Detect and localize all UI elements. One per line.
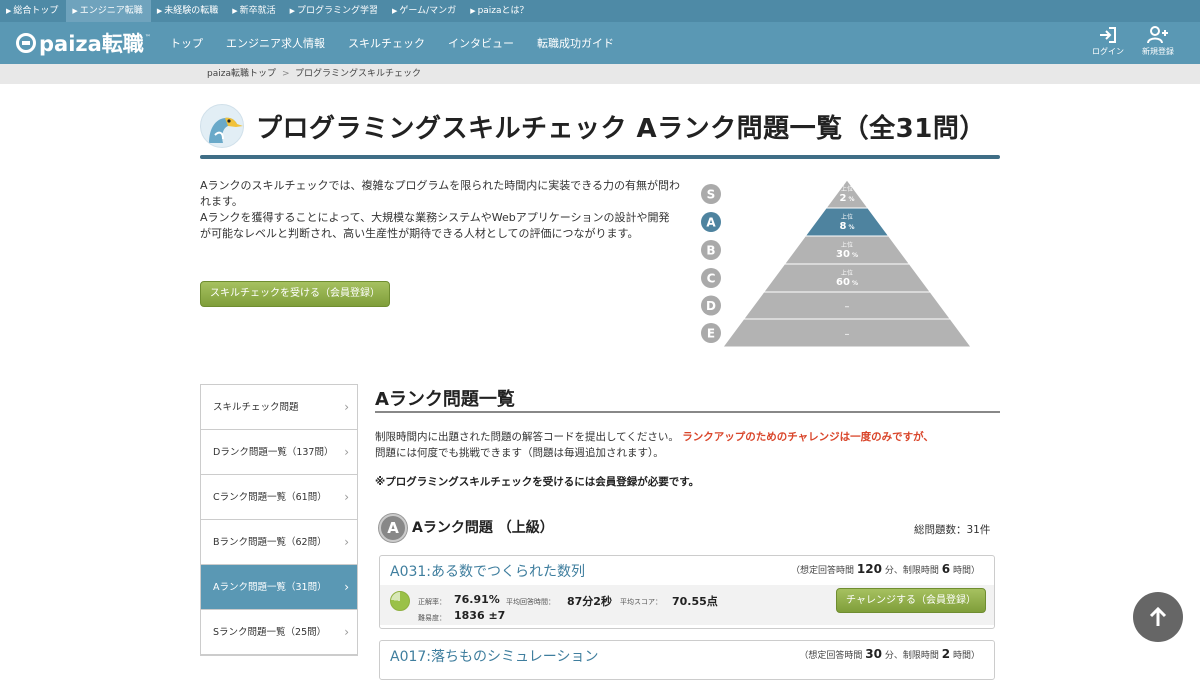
triangle-icon: ▶ [470, 7, 476, 15]
pyramid-pct-e: – [845, 329, 850, 340]
rank-letter-b: B [706, 244, 715, 258]
problem-time: （想定回答時間 30 分、制限時間 2 時間） [799, 647, 980, 661]
topbar-item-general-top[interactable]: ▶ 総合トップ [0, 0, 66, 22]
nav-guide[interactable]: 転職成功ガイド [537, 35, 614, 51]
avg-score-value: 70.55点 [672, 595, 718, 608]
a-rank-badge-icon: A [379, 514, 407, 542]
topbar-item-new-grad[interactable]: ▶ 新卒就活 [226, 0, 283, 22]
topbar-item-inexperienced[interactable]: ▶ 未経験の転職 [151, 0, 226, 22]
sidebar-item-c-rank[interactable]: Cランク問題一覧（61問） › [201, 475, 357, 520]
nav-top[interactable]: トップ [170, 35, 203, 51]
chevron-right-icon: › [344, 400, 349, 414]
chevron-right-icon: › [344, 580, 349, 594]
sidebar-item-b-rank[interactable]: Bランク問題一覧（62問） › [201, 520, 357, 565]
nav-interview[interactable]: インタビュー [448, 35, 514, 51]
pyramid-top-label: 上位 [841, 185, 853, 193]
breadcrumb-current: プログラミングスキルチェック [295, 69, 422, 79]
top-bar: ▶ 総合トップ ▶ エンジニア転職 ▶ 未経験の転職 ▶ 新卒就活 ▶ プログラミング学習… [0, 0, 1200, 22]
breadcrumb-home[interactable]: paiza転職トップ [207, 64, 276, 84]
main-header: paiza転職 ™ トップ エンジニア求人情報 スキルチェック インタビュー 転… [0, 22, 1200, 64]
nav-job-info[interactable]: エンジニア求人情報 [226, 35, 325, 51]
rank-letter-a: A [706, 216, 716, 230]
rank-letter-d: D [706, 299, 716, 313]
triangle-icon: ▶ [72, 7, 78, 15]
chevron-right-icon: › [344, 445, 349, 459]
avg-time-value: 87分2秒 [567, 595, 612, 608]
intro-text: Aランクのスキルチェックでは、複雑なプログラムを限られた時間内に実装できる力の有… [200, 178, 680, 242]
rank-letter-s: S [707, 188, 716, 202]
arrow-up-icon [1149, 606, 1167, 626]
pyramid-top-label: 上位 [841, 213, 853, 221]
pyramid-tier-s [825, 179, 869, 209]
rank-sidebar: スキルチェック問題 › Dランク問題一覧（137問） › Cランク問題一覧（61問）… [200, 384, 358, 656]
accuracy-value: 76.91% [454, 593, 500, 606]
sidebar-item-a-rank[interactable]: Aランク問題一覧（31問） › [201, 565, 357, 610]
topbar-item-about[interactable]: ▶ paizaとは？ [464, 0, 536, 22]
triangle-icon: ▶ [232, 7, 238, 15]
highlight-text: ランクアップのためのチャレンジは一度のみですが、 [682, 431, 934, 443]
challenge-button[interactable]: チャレンジする（会員登録） [836, 588, 986, 613]
main-nav: トップ エンジニア求人情報 スキルチェック インタビュー 転職成功ガイド [170, 22, 637, 64]
pyramid-pct-d: – [845, 302, 850, 313]
topbar-item-game-manga[interactable]: ▶ ゲーム/マンガ [386, 0, 464, 22]
triangle-icon: ▶ [392, 7, 398, 15]
nav-skill-check[interactable]: スキルチェック [348, 35, 425, 51]
topbar-item-learning[interactable]: ▶ プログラミング学習 [284, 0, 386, 22]
pyramid-tier-a [804, 207, 890, 237]
logo-text: paiza転職 [39, 32, 144, 56]
rank-letter-e: E [707, 327, 715, 341]
rank-level-title: Aランク問題 （上級） [412, 520, 554, 536]
breadcrumb-separator: > [282, 69, 290, 79]
registration-note: ※プログラミングスキルチェックを受けるには会員登録が必要です。 [375, 476, 700, 488]
chevron-right-icon: › [344, 490, 349, 504]
bird-mascot-icon [200, 104, 244, 148]
intro-paragraph-2: Aランクを獲得することによって、大規模な業務システムやWebアプリケーションの設… [200, 211, 670, 240]
page-title: プログラミングスキルチェック Aランク問題一覧（全31問） [256, 114, 986, 144]
intro-paragraph-1: Aランクのスキルチェックでは、複雑なプログラムを限られた時間内に実装できる力の有… [200, 179, 680, 208]
problem-card: A017:落ちものシミュレーション （想定回答時間 30 分、制限時間 2 時間… [379, 640, 995, 680]
paiza-logo-mark-icon [16, 33, 36, 53]
pyramid-top-label: 上位 [841, 241, 853, 249]
breadcrumb: paiza転職トップ > プログラミングスキルチェック [0, 64, 1200, 84]
problem-time: （想定回答時間 120 分、制限時間 6 時間） [791, 562, 980, 576]
login-icon [1100, 27, 1116, 43]
problem-card: A031:ある数でつくられた数列 （想定回答時間 120 分、制限時間 6 時間… [379, 555, 995, 629]
pyramid-top-label: 上位 [841, 269, 853, 277]
sidebar-item-s-rank[interactable]: Sランク問題一覧（25問） › [201, 610, 357, 655]
section-heading: Aランク問題一覧 [375, 389, 515, 410]
scroll-to-top-button[interactable] [1133, 592, 1183, 642]
add-user-icon [1147, 26, 1168, 44]
problem-title[interactable]: A017:落ちものシミュレーション [390, 646, 598, 666]
triangle-icon: ▶ [156, 7, 163, 15]
section-description: 制限時間内に出題された問題の解答コードを提出してください。 ランクアップのための… [375, 431, 934, 459]
register-button[interactable]: 新規登録 [1136, 26, 1180, 57]
accuracy-pie-chart [390, 591, 410, 611]
rank-pyramid: 上位2 %S上位8 %A上位30 %B上位60 %C–D–E [701, 179, 972, 348]
chevron-right-icon: › [344, 535, 349, 549]
triangle-icon: ▶ [6, 7, 12, 15]
problem-stats: 正解率： 76.91% 平均回答時間： 87分2秒 平均スコア： 70.55点 … [380, 585, 994, 625]
sidebar-item-skill-check[interactable]: スキルチェック問題 › [201, 385, 357, 430]
login-button[interactable]: ログイン [1086, 26, 1130, 57]
triangle-icon: ▶ [289, 7, 296, 15]
title-underline [200, 155, 1000, 159]
rank-letter-c: C [707, 272, 716, 286]
difficulty-value: 1836 ±7 [454, 609, 506, 622]
sidebar-item-d-rank[interactable]: Dランク問題一覧（137問） › [201, 430, 357, 475]
topbar-item-engineer-job[interactable]: ▶ エンジニア転職 [66, 0, 151, 22]
problem-title[interactable]: A031:ある数でつくられた数列 [390, 561, 585, 581]
total-count: 総問題数：31件 [914, 524, 991, 536]
section-underline [375, 411, 1000, 413]
chevron-right-icon: › [344, 625, 349, 639]
paiza-logo[interactable]: paiza転職 ™ [16, 31, 151, 56]
skill-check-register-button[interactable]: スキルチェックを受ける（会員登録） [200, 281, 390, 307]
